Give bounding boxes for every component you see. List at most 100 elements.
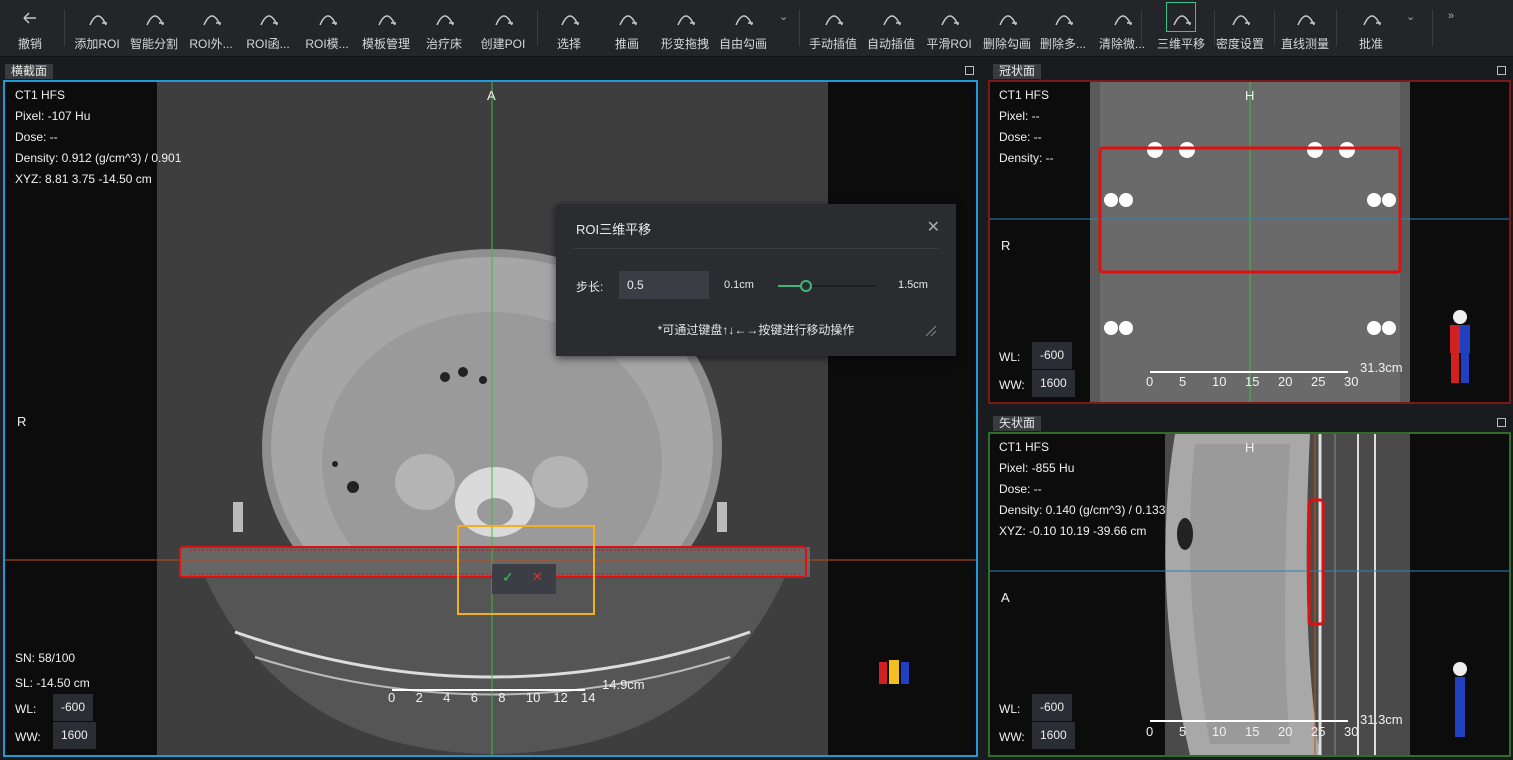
axial-orient-top: A: [487, 88, 496, 103]
scale-tick-label: 20: [1278, 374, 1293, 389]
scale-tick-label: 20: [1278, 724, 1293, 739]
scale-tick-label: 10: [1212, 724, 1227, 739]
tab-sagittal[interactable]: 矢状面: [993, 416, 1042, 431]
scale-tick-label: 0: [1146, 374, 1154, 389]
push-draw-icon: [614, 4, 640, 30]
coronal-series: CT1 HFS: [999, 88, 1050, 102]
axial-xyz: XYZ: 8.81 3.75 -14.50 cm: [15, 172, 152, 186]
toolbar-label: 撤销: [17, 37, 42, 51]
roi-3d-translate-dialog: ROI三维平移 ✕ 步长: 0.1cm 1.5cm *可通过键盘↑↓←→按键进行…: [556, 204, 956, 356]
roi-action-bar: ✓ ✕: [492, 564, 556, 594]
resize-grip-icon[interactable]: [926, 326, 936, 336]
main-toolbar: 撤销 添加ROI 智能分割 ROI外... ROI函... ROI模... 模板管理 治疗床 创…: [0, 0, 1513, 57]
scale-tick-label: 25: [1311, 724, 1326, 739]
toolbar-density-button[interactable]: 密度设置: [1205, 0, 1275, 57]
scale-tick-label: 30: [1344, 724, 1359, 739]
scale-tick-label: 0: [1146, 724, 1154, 739]
axial-view[interactable]: CT1 HFS Pixel: -107 Hu Dose: -- Density:…: [3, 80, 978, 757]
sagittal-ww-value[interactable]: 1600: [1032, 722, 1075, 749]
scale-tick-label: 30: [1344, 374, 1359, 389]
toolbar-separator: [1141, 10, 1142, 46]
toolbar-label: 平滑ROI: [926, 37, 972, 51]
scale-tick-label: 5: [1179, 374, 1187, 389]
template-manage-icon: [373, 4, 399, 30]
axial-maximize-icon[interactable]: [965, 66, 974, 75]
coronal-view[interactable]: CT1 HFS Pixel: -- Dose: -- Density: -- H…: [988, 80, 1511, 404]
sagittal-orient-top: H: [1245, 440, 1255, 455]
sagittal-maximize-icon[interactable]: [1497, 418, 1506, 427]
toolbar-label: 删除勾画: [982, 37, 1031, 51]
axial-orient-left: R: [17, 414, 27, 429]
toolbar-create-poi-button[interactable]: 创建POI: [468, 0, 538, 57]
coronal-density: Density: --: [999, 151, 1054, 165]
toolbar-label: ROI函...: [246, 37, 290, 51]
sagittal-dose: Dose: --: [999, 482, 1042, 496]
free-draw-icon: [730, 4, 756, 30]
scale-tick-label: 15: [1245, 724, 1260, 739]
sagittal-xyz: XYZ: -0.10 10.19 -39.66 cm: [999, 524, 1147, 538]
scale-tick-label: 6: [470, 690, 478, 705]
toolbar-separator: [1274, 10, 1275, 46]
toolbar-ruler-button[interactable]: 直线测量: [1270, 0, 1340, 57]
scale-tick-label: 4: [443, 690, 451, 705]
step-input[interactable]: [619, 271, 709, 299]
toolbar-label: 模板管理: [361, 37, 410, 51]
dialog-title: ROI三维平移: [576, 222, 652, 237]
close-icon[interactable]: ✕: [927, 217, 940, 237]
axial-pixel: Pixel: -107 Hu: [15, 109, 91, 123]
toolbar-separator: [1214, 10, 1215, 46]
axial-ww-value[interactable]: 1600: [53, 722, 96, 749]
deform-drag-icon: [672, 4, 698, 30]
coronal-scale-length: 31.3cm: [1360, 360, 1403, 375]
axial-ww-label: WW:: [15, 730, 41, 744]
sagittal-wl-value[interactable]: -600: [1032, 694, 1073, 721]
smart-segment-icon: [141, 4, 167, 30]
keyboard-hint: *可通过键盘↑↓←→按键进行移动操作: [657, 323, 855, 337]
toolbar-separator: [537, 10, 538, 46]
axial-wl-label: WL:: [15, 702, 37, 716]
toolbar-label: 三维平移: [1156, 37, 1205, 51]
toolbar-separator: [64, 10, 65, 46]
add-roi-icon: [84, 4, 110, 30]
scale-tick-label: 12: [553, 690, 568, 705]
create-poi-icon: [490, 4, 516, 30]
scale-tick-label: 15: [1245, 374, 1260, 389]
step-label: 步长:: [576, 280, 604, 294]
sagittal-view[interactable]: CT1 HFS Pixel: -855 Hu Dose: -- Density:…: [988, 432, 1511, 757]
tab-coronal[interactable]: 冠状面: [993, 64, 1042, 79]
tab-axial[interactable]: 横截面: [5, 64, 54, 79]
axial-wl-value[interactable]: -600: [53, 694, 94, 721]
axial-scale-length: 14.9cm: [602, 677, 645, 692]
toolbar-label: 治疗床: [425, 37, 462, 51]
toolbar-label: 批准: [1358, 37, 1383, 51]
toolbar-label: 选择: [556, 37, 581, 51]
chevron-down-icon[interactable]: ⌄: [779, 10, 788, 23]
step-slider-thumb[interactable]: [800, 280, 813, 292]
toolbar-separator: [799, 10, 800, 46]
more-tools-icon[interactable]: »: [1448, 10, 1454, 22]
auto-interp-icon: [878, 4, 904, 30]
scale-tick-label: 5: [1179, 724, 1187, 739]
cancel-x-icon[interactable]: ✕: [532, 569, 543, 585]
scale-tick-label: 0: [388, 690, 396, 705]
axial-series: CT1 HFS: [15, 88, 66, 102]
toolbar-separator: [1432, 10, 1433, 46]
sagittal-density: Density: 0.140 (g/cm^3) / 0.133: [999, 503, 1166, 517]
confirm-check-icon[interactable]: ✓: [502, 569, 514, 586]
chevron-down-icon[interactable]: ⌄: [1406, 10, 1415, 23]
coronal-maximize-icon[interactable]: [1497, 66, 1506, 75]
toolbar-approve-lock-button[interactable]: 批准: [1336, 0, 1406, 57]
clear-small-icon: [1109, 4, 1135, 30]
toolbar-label: 清除微...: [1098, 37, 1145, 51]
toolbar-free-draw-button[interactable]: 自由勾画: [708, 0, 778, 57]
toolbar-label: ROI外...: [189, 37, 233, 51]
axial-density: Density: 0.912 (g/cm^3) / 0.901: [15, 151, 182, 165]
coronal-dose: Dose: --: [999, 130, 1042, 144]
roi-outer-icon: [198, 4, 224, 30]
toolbar-separator: [1336, 10, 1337, 46]
coronal-wl-value[interactable]: -600: [1032, 342, 1073, 369]
coronal-ww-value[interactable]: 1600: [1032, 370, 1075, 397]
toolbar-label: 创建POI: [480, 37, 526, 51]
toolbar-undo-button[interactable]: 撤销: [0, 0, 65, 57]
toolbar-label: 添加ROI: [74, 37, 120, 51]
